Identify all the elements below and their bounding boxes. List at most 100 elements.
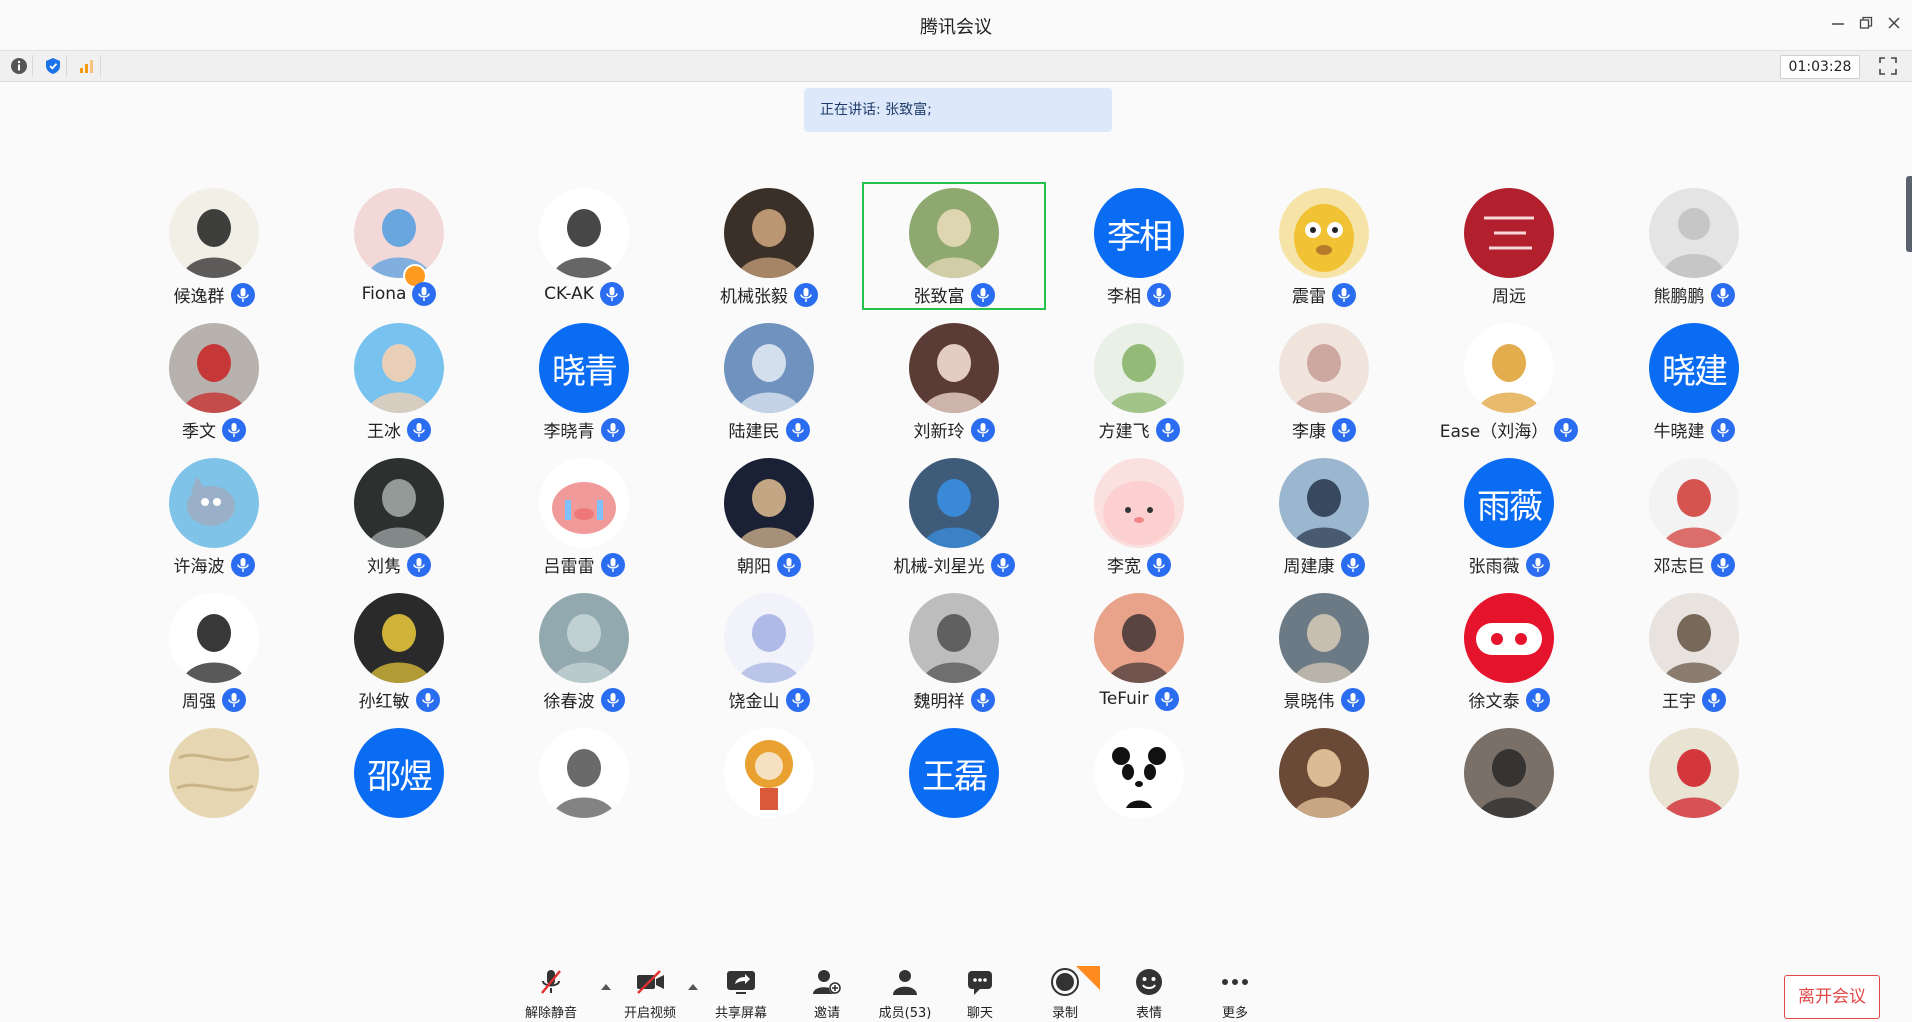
participant-tile[interactable]: 邵煜 [307, 722, 491, 850]
leave-meeting-button[interactable]: 离开会议 [1784, 975, 1880, 1019]
audio-options-caret[interactable] [601, 984, 611, 990]
mic-icon [1332, 282, 1356, 307]
avatar [169, 188, 259, 278]
participant-tile[interactable]: 机械-刘星光 [862, 452, 1046, 580]
avatar: 晓青 [539, 323, 629, 413]
participant-name: 许海波 [173, 557, 225, 577]
share-screen-button[interactable]: 共享屏幕 [706, 966, 776, 1021]
participant-name: 刘隽 [367, 557, 401, 577]
participant-name-row: 许海波 [122, 552, 306, 577]
participant-tile[interactable]: 李宽 [1047, 452, 1231, 580]
participant-tile[interactable]: 熊鹏鹏 [1602, 182, 1786, 310]
avatar [1464, 323, 1554, 413]
participant-tile[interactable]: 王冰 [307, 317, 491, 445]
participant-tile[interactable]: 许海波 [122, 452, 306, 580]
participant-name-row: CK-AK [492, 282, 676, 306]
more-button[interactable]: 更多 [1200, 966, 1270, 1021]
participant-tile[interactable] [1417, 722, 1601, 850]
participant-tile[interactable]: 候逸群 [122, 182, 306, 310]
mic-icon [599, 282, 624, 306]
avatar: 邵煜 [354, 728, 444, 818]
emoji-button[interactable]: 表情 [1114, 966, 1184, 1021]
participant-tile[interactable]: 孙红敏 [307, 587, 491, 715]
avatar [1649, 188, 1739, 278]
participant-tile[interactable]: 方建飞 [1047, 317, 1231, 445]
participant-name-row: 饶金山 [677, 687, 861, 712]
participant-tile[interactable]: 刘新玲 [862, 317, 1046, 445]
participant-tile[interactable] [122, 722, 306, 850]
participant-name-row: 熊鹏鹏 [1602, 282, 1786, 307]
participant-tile[interactable]: 吕雷雷 [492, 452, 676, 580]
chat-button[interactable]: 聊天 [945, 966, 1015, 1021]
mic-icon [415, 687, 440, 712]
participant-name-row: 震雷 [1232, 282, 1416, 307]
participant-tile[interactable]: CK-AK [492, 182, 676, 310]
avatar [724, 188, 814, 278]
participant-tile[interactable]: 周远 [1417, 182, 1601, 310]
participant-tile[interactable]: 魏明祥 [862, 587, 1046, 715]
video-options-caret[interactable] [688, 984, 698, 990]
participant-name: 饶金山 [728, 692, 780, 712]
mic-icon [600, 417, 625, 442]
participant-tile[interactable]: 邓志巨 [1602, 452, 1786, 580]
members-button[interactable]: 成员(53) [870, 966, 940, 1021]
participant-tile[interactable] [1602, 722, 1786, 850]
avatar [724, 323, 814, 413]
participant-tile[interactable]: 饶金山 [677, 587, 861, 715]
avatar [724, 593, 814, 683]
participant-tile[interactable]: Ease（刘海） [1417, 317, 1601, 445]
participant-name: 徐文泰 [1468, 692, 1520, 712]
participant-name: 邓志巨 [1653, 557, 1705, 577]
unmute-label: 解除静音 [524, 1006, 577, 1021]
participant-tile[interactable]: 景晓伟 [1232, 587, 1416, 715]
participant-tile[interactable] [1232, 722, 1416, 850]
mic-icon [1710, 417, 1735, 442]
participant-tile[interactable]: 李相 李相 [1047, 182, 1231, 310]
participant-tile[interactable]: 徐春波 [492, 587, 676, 715]
avatar [1094, 458, 1184, 548]
avatar [909, 188, 999, 278]
participant-tile[interactable]: 晓青 李晓青 [492, 317, 676, 445]
mic-icon [1154, 687, 1179, 711]
participant-name-row: 吕雷雷 [492, 552, 676, 577]
record-button[interactable]: 录制 [1030, 966, 1100, 1021]
invite-button[interactable]: 邀请 [792, 966, 862, 1021]
start-video-button[interactable]: 开启视频 [615, 966, 685, 1021]
participant-name-row: 方建飞 [1047, 417, 1231, 442]
participant-tile[interactable] [677, 722, 861, 850]
unmute-button[interactable]: 解除静音 [516, 966, 586, 1021]
add-user-icon [792, 966, 862, 998]
participant-tile[interactable] [1047, 722, 1231, 850]
participant-tile[interactable]: 雨薇 张雨薇 [1417, 452, 1601, 580]
participant-tile[interactable]: 李康 [1232, 317, 1416, 445]
participant-tile[interactable]: 周建康 [1232, 452, 1416, 580]
mic-icon [222, 687, 246, 712]
participant-tile[interactable]: 王磊 [862, 722, 1046, 850]
participant-tile[interactable] [492, 722, 676, 850]
participant-tile[interactable]: 王宇 [1602, 587, 1786, 715]
participant-tile[interactable]: 徐文泰 [1417, 587, 1601, 715]
participant-name: 周建康 [1283, 557, 1335, 577]
participant-tile[interactable]: 震雷 [1232, 182, 1416, 310]
mic-icon [1147, 552, 1171, 577]
participant-tile[interactable]: 张致富 [862, 182, 1046, 310]
participant-tile[interactable]: 朝阳 [677, 452, 861, 580]
more-label: 更多 [1221, 1006, 1248, 1021]
participant-name-row: Fiona [307, 282, 491, 306]
participant-tile[interactable]: 季文 [122, 317, 306, 445]
participant-tile[interactable]: TeFuir [1047, 587, 1231, 715]
participant-name-row: 景晓伟 [1232, 687, 1416, 712]
participant-tile[interactable]: 晓建 牛晓建 [1602, 317, 1786, 445]
mic-icon [407, 417, 431, 442]
participant-name-row: 朝阳 [677, 552, 861, 577]
participant-tile[interactable]: 机械张毅 [677, 182, 861, 310]
participant-tile[interactable]: 陆建民 [677, 317, 861, 445]
mic-icon [1710, 282, 1735, 307]
participant-tile[interactable]: 刘隽 [307, 452, 491, 580]
participant-name: 李宽 [1107, 557, 1141, 577]
participant-name: 熊鹏鹏 [1653, 287, 1705, 307]
participant-tile[interactable]: 周强 [122, 587, 306, 715]
participant-name-row: 张致富 [862, 282, 1046, 307]
participant-tile[interactable]: Fiona [307, 182, 491, 310]
participant-name: 牛晓建 [1653, 422, 1705, 442]
